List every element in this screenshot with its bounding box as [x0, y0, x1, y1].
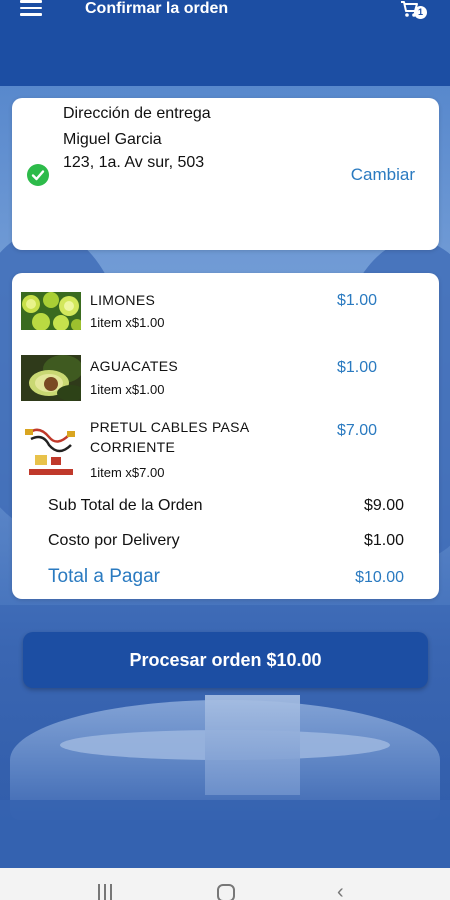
app-header: Confirmar la orden 1: [0, 0, 450, 86]
item-quantity: 1item x$1.00: [90, 315, 165, 330]
back-icon[interactable]: ‹: [337, 882, 344, 900]
total-value: $10.00: [355, 569, 404, 586]
recent-apps-icon[interactable]: [98, 884, 114, 900]
item-quantity: 1item x$7.00: [90, 465, 165, 480]
hamburger-menu-icon[interactable]: [20, 0, 42, 16]
process-order-button[interactable]: Procesar orden $10.00: [23, 632, 428, 688]
order-summary-card: LIMONES 1item x$1.00 $1.00 AGUACATES 1it…: [12, 273, 439, 599]
cart-button[interactable]: 1: [400, 0, 428, 22]
cart-count-badge: 1: [414, 6, 427, 19]
delivery-cost-value: $1.00: [363, 532, 404, 549]
change-address-link[interactable]: Cambiar: [351, 165, 415, 185]
item-name: AGUACATES: [90, 358, 179, 374]
background-ground: [0, 800, 450, 868]
delivery-address-card: Dirección de entrega Miguel Garcia 123, …: [12, 98, 439, 250]
item-price: $1.00: [337, 359, 378, 376]
subtotal-label: Sub Total de la Orden: [48, 497, 203, 514]
order-item: PRETUL CABLES PASA CORRIENTE 1item x$7.0…: [12, 417, 439, 487]
address-recipient: Miguel Garcia: [63, 131, 162, 148]
jumper-cables-image: [21, 423, 81, 479]
lemons-image: [21, 292, 83, 338]
background-fountain-pillar: [205, 695, 300, 795]
total-label: Total a Pagar: [48, 566, 160, 587]
page-title: Confirmar la orden: [85, 0, 229, 17]
total-row: Total a Pagar $10.00: [48, 566, 404, 588]
item-quantity: 1item x$1.00: [90, 382, 165, 397]
address-line: 123, 1a. Av sur, 503: [63, 154, 205, 171]
item-price: $1.00: [337, 292, 378, 309]
delivery-cost-row: Costo por Delivery $1.00: [48, 532, 404, 550]
home-icon[interactable]: [217, 884, 235, 900]
system-navigation-bar: ‹: [0, 868, 450, 900]
check-circle-icon: [27, 164, 49, 186]
delivery-cost-label: Costo por Delivery: [48, 532, 180, 549]
subtotal-value: $9.00: [363, 497, 404, 514]
item-name: PRETUL CABLES PASA CORRIENTE: [90, 419, 249, 455]
item-price: $7.00: [337, 422, 378, 439]
address-title: Dirección de entrega: [63, 105, 211, 122]
subtotal-row: Sub Total de la Orden $9.00: [48, 497, 404, 515]
avocado-image: [21, 355, 85, 401]
item-name: LIMONES: [90, 292, 156, 308]
order-item: AGUACATES 1item x$1.00 $1.00: [12, 353, 439, 413]
order-item: LIMONES 1item x$1.00 $1.00: [12, 290, 439, 350]
